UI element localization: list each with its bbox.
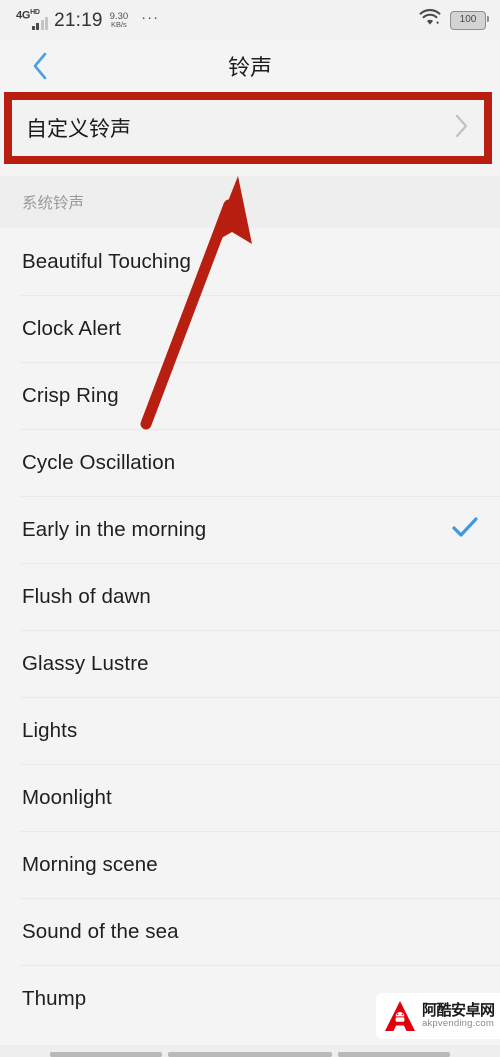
- akp-logo-icon: [385, 1001, 415, 1031]
- ringtone-name: Cycle Oscillation: [22, 450, 176, 474]
- chevron-right-icon: [454, 113, 470, 144]
- ringtone-row[interactable]: Lights: [0, 697, 500, 764]
- ringtone-name: Flush of dawn: [22, 584, 151, 608]
- status-bar-right: 100: [419, 9, 490, 31]
- status-bar: 4GHD 21:19 9.30 KB/s ··· 100: [0, 0, 500, 40]
- ringtone-row[interactable]: Beautiful Touching: [0, 228, 500, 295]
- wifi-icon: [419, 9, 441, 31]
- battery-icon: 100: [450, 10, 490, 30]
- ringtone-name: Lights: [22, 718, 78, 742]
- ringtone-row[interactable]: Morning scene: [0, 831, 500, 898]
- ringtone-name: Beautiful Touching: [22, 249, 191, 273]
- system-navigation-bar: [0, 1045, 500, 1057]
- ringtone-row[interactable]: Crisp Ring: [0, 362, 500, 429]
- ringtone-name: Glassy Lustre: [22, 651, 149, 675]
- battery-level-label: 100: [459, 14, 477, 25]
- ringtone-row[interactable]: Flush of dawn: [0, 563, 500, 630]
- ringtone-name: Morning scene: [22, 852, 158, 876]
- signal-bars-icon: [31, 16, 49, 30]
- watermark-text: 阿酷安卓网 akpvending.com: [422, 1003, 495, 1029]
- ringtone-name: Clock Alert: [22, 316, 122, 340]
- network-speed-unit: KB/s: [110, 20, 127, 29]
- nav-segment-recents[interactable]: [338, 1052, 450, 1057]
- watermark-site-name: 阿酷安卓网: [422, 1002, 495, 1020]
- ringtone-name: Sound of the sea: [22, 919, 179, 943]
- nav-segment-home[interactable]: [168, 1052, 332, 1057]
- ringtone-row[interactable]: Glassy Lustre: [0, 630, 500, 697]
- watermark: 阿酷安卓网 akpvending.com: [376, 993, 500, 1039]
- ringtone-row[interactable]: Cycle Oscillation: [0, 429, 500, 496]
- ringtone-name: Early in the morning: [22, 517, 207, 541]
- ringtone-row[interactable]: Sound of the sea: [0, 898, 500, 965]
- network-speed-indicator: 9.30 KB/s: [110, 11, 129, 29]
- ringtone-name: Moonlight: [22, 785, 112, 809]
- custom-ringtone-row[interactable]: 自定义铃声: [12, 100, 484, 156]
- ringtone-list: Beautiful Touching Clock Alert Crisp Ring C…: [0, 228, 500, 1032]
- ringtone-row[interactable]: Clock Alert: [0, 295, 500, 362]
- section-header-system-ringtones: 系统铃声: [0, 176, 500, 228]
- ringtone-row[interactable]: Early in the morning: [0, 496, 500, 563]
- more-dots-icon: ···: [141, 8, 160, 26]
- phone-screen: 4GHD 21:19 9.30 KB/s ··· 100 铃声 自定义铃声 系统…: [0, 0, 500, 1057]
- custom-ringtone-label: 自定义铃声: [26, 118, 131, 141]
- watermark-site-url: akpvending.com: [422, 1017, 494, 1029]
- page-title: 铃声: [227, 55, 272, 80]
- ringtone-name: Crisp Ring: [22, 383, 119, 407]
- title-bar: 铃声: [0, 40, 500, 92]
- ringtone-name: Thump: [22, 986, 87, 1010]
- nav-segment-back[interactable]: [50, 1052, 162, 1057]
- custom-ringtone-highlight-box: 自定义铃声: [4, 92, 492, 164]
- ringtone-row[interactable]: Moonlight: [0, 764, 500, 831]
- check-icon: [450, 515, 480, 544]
- status-bar-clock: 21:19: [54, 9, 103, 31]
- status-bar-left: 4GHD 21:19 9.30 KB/s ···: [16, 8, 160, 31]
